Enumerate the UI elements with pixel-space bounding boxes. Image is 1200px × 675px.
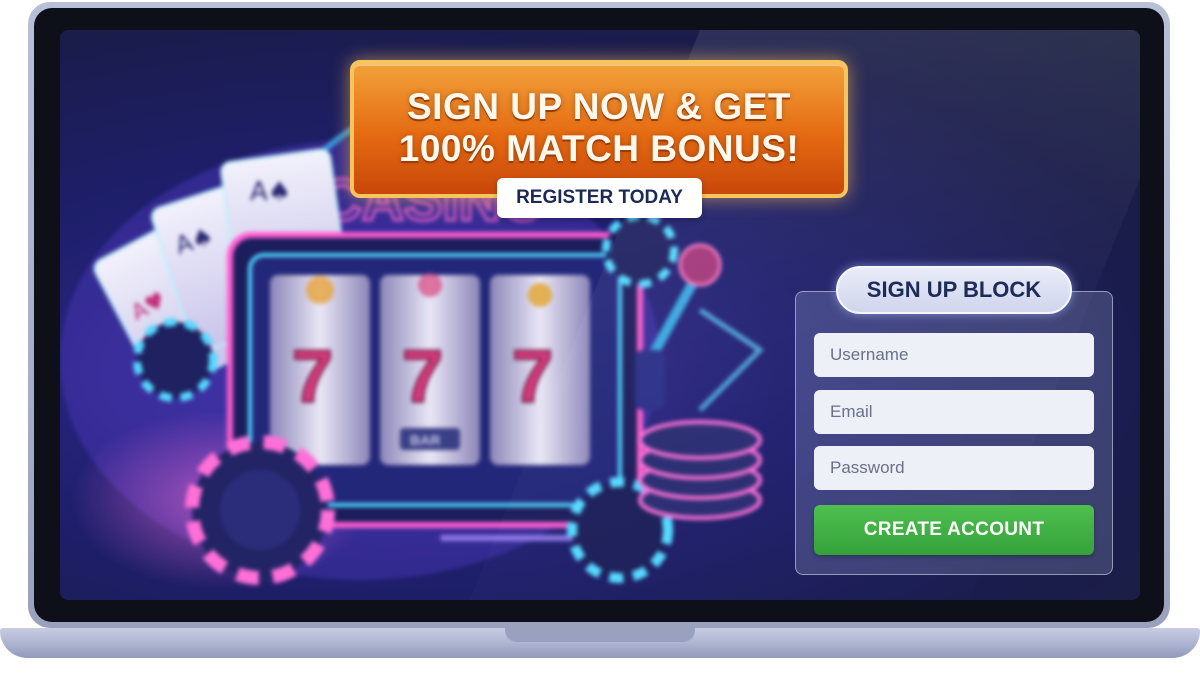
email-field[interactable] [814, 390, 1094, 434]
svg-text:7: 7 [402, 335, 443, 418]
username-field[interactable] [814, 333, 1094, 377]
signup-title: SIGN UP BLOCK [836, 266, 1072, 314]
svg-text:BAR: BAR [410, 432, 440, 448]
laptop-notch [505, 628, 695, 642]
create-account-button[interactable]: CREATE ACCOUNT [814, 505, 1094, 555]
svg-text:7: 7 [292, 335, 333, 418]
register-today-button[interactable]: REGISTER TODAY [497, 178, 702, 218]
password-field[interactable] [814, 446, 1094, 490]
promo-headline-line2: 100% MATCH BONUS! [398, 128, 800, 169]
laptop-scene: CASINO A♠ A♠ A♥ 7 7 7 BAR SIGN UP NOW & … [0, 0, 1200, 675]
promo-headline-line1: SIGN UP NOW & GET [406, 86, 791, 127]
svg-text:A♠: A♠ [250, 177, 291, 207]
